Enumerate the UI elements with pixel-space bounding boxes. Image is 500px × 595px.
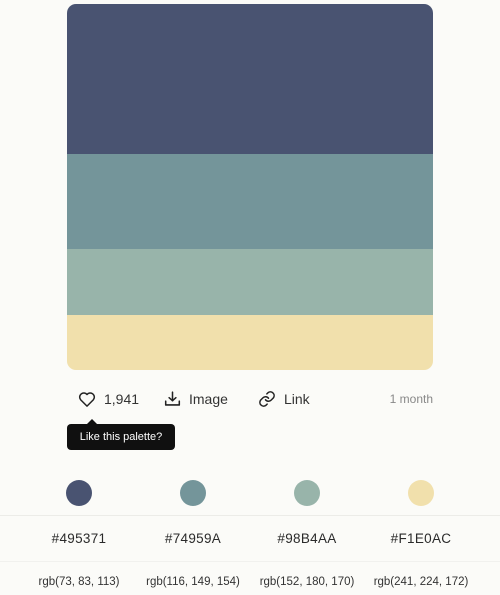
color-rgb[interactable]: rgb(152, 180, 170) xyxy=(250,574,364,590)
like-button[interactable]: 1,941 xyxy=(78,384,139,414)
like-count: 1,941 xyxy=(104,391,140,407)
like-tooltip: Like this palette? xyxy=(67,419,175,450)
color-item[interactable]: #F1E0AC rgb(241, 224, 172) xyxy=(364,480,478,590)
color-hex[interactable]: #495371 xyxy=(22,530,136,548)
color-dot[interactable] xyxy=(408,480,434,506)
image-label: Image xyxy=(189,391,228,407)
link-icon xyxy=(258,390,276,408)
color-dot[interactable] xyxy=(180,480,206,506)
color-dot[interactable] xyxy=(294,480,320,506)
swatch-3[interactable] xyxy=(67,249,433,315)
download-image-button[interactable]: Image xyxy=(164,384,228,414)
color-rgb[interactable]: rgb(73, 83, 113) xyxy=(22,574,136,590)
link-label: Link xyxy=(284,391,310,407)
color-rgb[interactable]: rgb(241, 224, 172) xyxy=(364,574,478,590)
color-item[interactable]: #495371 rgb(73, 83, 113) xyxy=(22,480,136,590)
download-icon xyxy=(164,391,181,407)
color-list: #495371 rgb(73, 83, 113) #74959A rgb(116… xyxy=(0,480,500,595)
palette-toolbar: 1,941 Image Link 1 month xyxy=(67,384,433,414)
color-hex[interactable]: #F1E0AC xyxy=(364,530,478,548)
swatch-4[interactable] xyxy=(67,315,433,370)
swatch-1[interactable] xyxy=(67,4,433,154)
color-hex[interactable]: #74959A xyxy=(136,530,250,548)
color-item[interactable]: #74959A rgb(116, 149, 154) xyxy=(136,480,250,590)
swatch-2[interactable] xyxy=(67,154,433,249)
color-hex[interactable]: #98B4AA xyxy=(250,530,364,548)
copy-link-button[interactable]: Link xyxy=(258,384,310,414)
color-item[interactable]: #98B4AA rgb(152, 180, 170) xyxy=(250,480,364,590)
palette-preview[interactable] xyxy=(67,4,433,370)
color-rgb[interactable]: rgb(116, 149, 154) xyxy=(136,574,250,590)
heart-icon xyxy=(78,391,96,407)
palette-age: 1 month xyxy=(389,392,433,406)
color-dot[interactable] xyxy=(66,480,92,506)
